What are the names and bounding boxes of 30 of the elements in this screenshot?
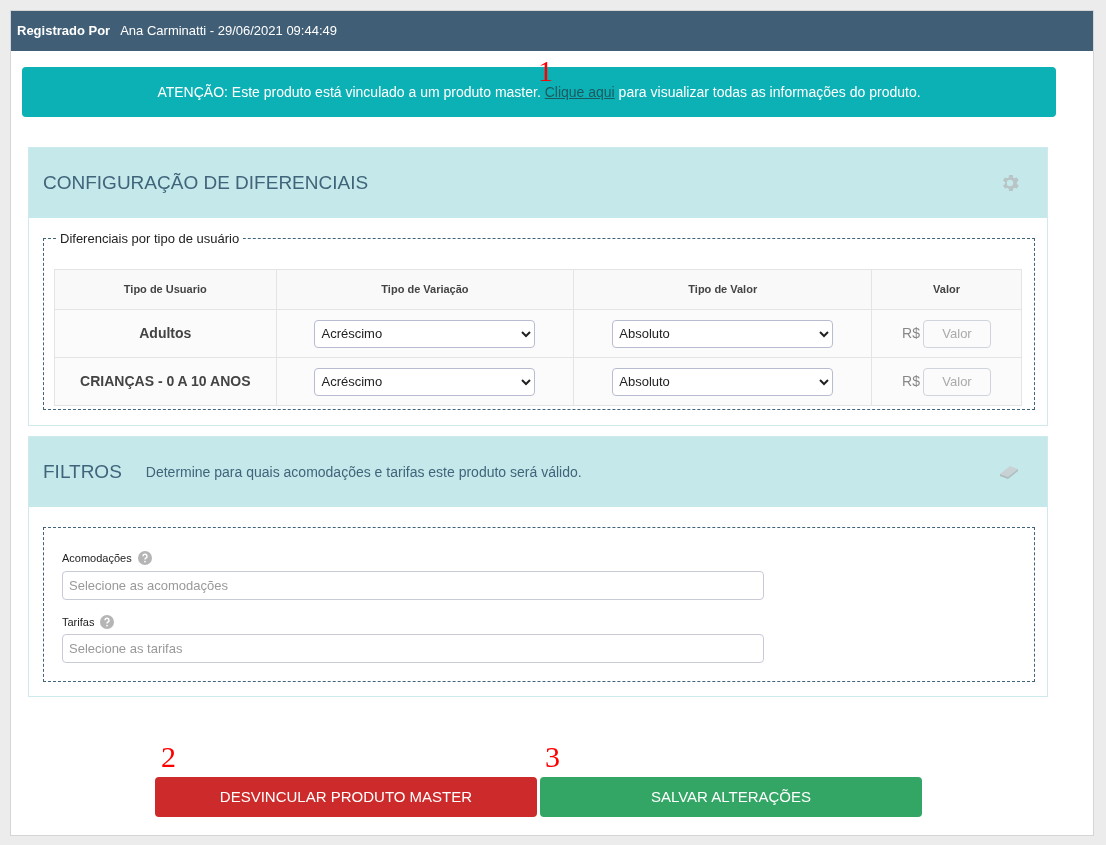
field-label: Tarifas (62, 614, 95, 630)
value-field[interactable]: Valor (923, 319, 991, 348)
dropdown[interactable]: Absoluto (612, 319, 834, 348)
table-cell: Adultos (54, 309, 277, 358)
column-header: Tipo de Usuario (54, 269, 277, 310)
annotation-number: 2 (161, 742, 176, 772)
column-header: Tipo de Variação (276, 269, 574, 310)
panel-subtitle: Determine para quais acomodações e tarifas este produto será válido. (145, 462, 583, 482)
column-header: Tipo de Valor (573, 269, 872, 310)
table-cell: CRIANÇAS - 0 A 10 ANOS (54, 357, 277, 406)
select-field[interactable]: Selecione as acomodações (62, 570, 764, 600)
currency-label: R$ (902, 372, 920, 391)
help-icon[interactable] (137, 551, 152, 566)
panel-title: FILTROS (43, 459, 122, 484)
registered-by-value: Ana Carminatti - 29/06/2021 09:44:49 (120, 22, 337, 41)
panel-title: CONFIGURAÇÃO DE DIFERENCIAIS (43, 170, 369, 195)
value-field[interactable]: Valor (923, 367, 991, 396)
annotation-number: 3 (545, 742, 560, 772)
currency-label: R$ (902, 324, 920, 343)
select-field[interactable]: Selecione as tarifas (62, 634, 764, 663)
field-label: Acomodações (62, 551, 132, 566)
help-icon[interactable] (100, 614, 115, 629)
registered-by-label: Registrado Por (17, 22, 111, 41)
dropdown[interactable]: Absoluto (612, 367, 834, 396)
eraser-icon[interactable] (997, 463, 1021, 481)
unlink-button[interactable]: DESVINCULAR PRODUTO MASTER (155, 777, 537, 817)
column-header: Valor (871, 269, 1022, 310)
dropdown[interactable]: Acréscimo (314, 367, 536, 396)
alert-message: ATENÇÃO: Este produto está vinculado a um produto master. Clique aqui para visualizar todas as informações do produto. (157, 82, 921, 102)
dropdown[interactable]: Acréscimo (314, 319, 536, 348)
